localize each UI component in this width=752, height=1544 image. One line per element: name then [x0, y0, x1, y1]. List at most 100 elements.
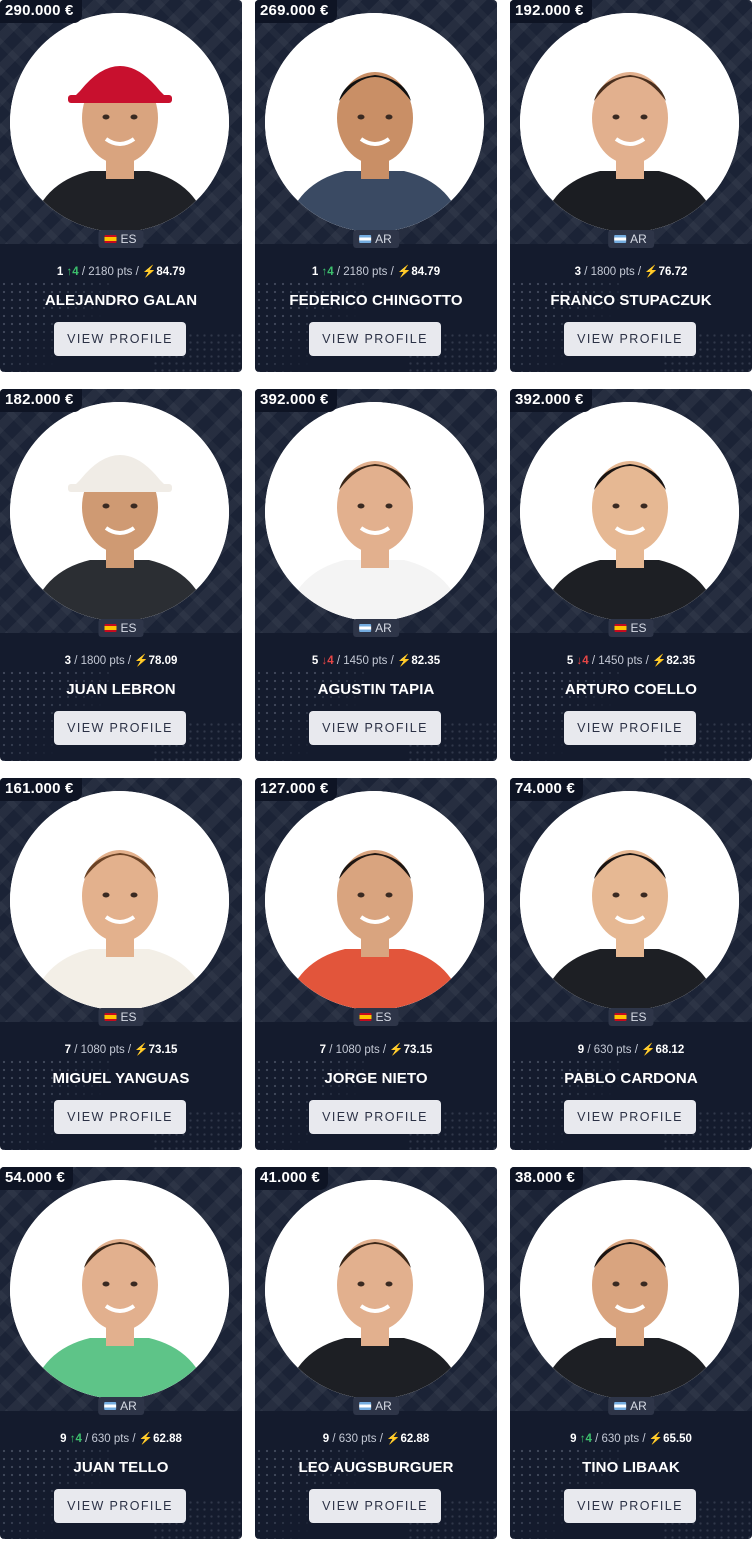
country-badge: AR [608, 230, 654, 248]
ranking-position: 1 [56, 266, 64, 278]
player-card: 392.000 € AR 5 ↓4 / 1450 pts / ⚡82.35 AG… [255, 389, 497, 761]
country-badge: ES [98, 230, 144, 248]
player-photo [265, 1180, 484, 1399]
flag-icon [104, 1013, 117, 1021]
country-code: AR [630, 232, 647, 246]
player-score: 82.35 [411, 655, 441, 667]
player-price: 127.000 € [255, 778, 337, 801]
lightning-icon: ⚡ [648, 1433, 664, 1445]
country-code: ES [375, 1010, 392, 1024]
player-stats: 9 ↑4 / 630 pts / ⚡65.50 [510, 1431, 752, 1445]
country-badge: ES [608, 619, 654, 637]
lightning-icon: ⚡ [396, 266, 412, 278]
player-score: 82.35 [666, 655, 696, 667]
view-profile-button[interactable]: VIEW PROFILE [54, 1100, 186, 1134]
ranking-position: 9 [60, 1433, 67, 1445]
ranking-position: 1 [311, 266, 319, 278]
ranking-position: 9 [577, 1044, 585, 1056]
player-photo [10, 13, 229, 232]
player-card: 127.000 € ES 7 / 1080 pts / ⚡73.15 JORGE… [255, 778, 497, 1150]
view-profile-button[interactable]: VIEW PROFILE [54, 1489, 186, 1523]
player-price: 161.000 € [0, 778, 82, 801]
country-badge: ES [98, 1008, 144, 1026]
player-price: 74.000 € [510, 778, 583, 801]
player-card: 290.000 € ES 1 ↑4 / 2180 pts / ⚡84.79 AL… [0, 0, 242, 372]
view-profile-button[interactable]: VIEW PROFILE [54, 322, 186, 356]
player-stats: 9 / 630 pts / ⚡62.88 [255, 1431, 497, 1445]
player-score: 65.50 [663, 1433, 692, 1445]
country-badge: ES [353, 1008, 399, 1026]
player-card: 392.000 € ES 5 ↓4 / 1450 pts / ⚡82.35 AR… [510, 389, 752, 761]
view-profile-button[interactable]: VIEW PROFILE [564, 711, 696, 745]
player-card: 38.000 € AR 9 ↑4 / 630 pts / ⚡65.50 TINO… [510, 1167, 752, 1539]
player-score: 84.79 [156, 266, 186, 278]
player-name: LEO AUGSBURGUER [298, 1459, 454, 1476]
player-card: 41.000 € AR 9 / 630 pts / ⚡62.88 LEO AUG… [255, 1167, 497, 1539]
flag-icon [614, 1013, 627, 1021]
player-score: 73.15 [148, 1044, 178, 1056]
player-name: ALEJANDRO GALAN [44, 292, 198, 309]
view-profile-button[interactable]: VIEW PROFILE [309, 322, 441, 356]
country-code: ES [120, 1010, 137, 1024]
country-badge: AR [608, 1397, 654, 1415]
player-photo [265, 402, 484, 621]
ranking-position: 3 [64, 655, 71, 667]
ranking-points: / 1800 pts / [74, 655, 132, 667]
country-code: ES [630, 621, 647, 635]
flag-icon [359, 1402, 372, 1410]
country-code: ES [120, 621, 137, 635]
ranking-points: / 630 pts / [85, 1433, 136, 1445]
flag-icon [614, 624, 627, 632]
country-code: AR [120, 1399, 137, 1413]
view-profile-button[interactable]: VIEW PROFILE [564, 1489, 696, 1523]
player-photo [265, 791, 484, 1010]
view-profile-button[interactable]: VIEW PROFILE [54, 711, 186, 745]
player-price: 41.000 € [255, 1167, 328, 1190]
ranking-points: / 2180 pts / [336, 266, 394, 278]
player-name: TINO LIBAAK [582, 1459, 680, 1476]
player-stats: 1 ↑4 / 2180 pts / ⚡84.79 [0, 264, 242, 278]
ranking-points: / 2180 pts / [81, 266, 139, 278]
lightning-icon: ⚡ [138, 1433, 154, 1445]
player-stats: 3 / 1800 pts / ⚡76.72 [510, 264, 752, 278]
player-photo [265, 13, 484, 232]
player-price: 269.000 € [255, 0, 337, 23]
flag-icon [359, 1013, 372, 1021]
country-badge: AR [98, 1397, 144, 1415]
rank-change-value: 4 [72, 266, 79, 278]
player-name: MIGUEL YANGUAS [52, 1070, 190, 1087]
player-photo [10, 402, 229, 621]
ranking-points: / 630 pts / [332, 1433, 383, 1445]
player-photo [10, 1180, 229, 1399]
lightning-icon: ⚡ [396, 655, 412, 667]
player-name: ARTURO COELLO [564, 681, 698, 698]
player-stats: 5 ↓4 / 1450 pts / ⚡82.35 [510, 653, 752, 667]
player-photo [520, 791, 739, 1010]
view-profile-button[interactable]: VIEW PROFILE [309, 711, 441, 745]
player-name: PABLO CARDONA [564, 1070, 698, 1087]
country-code: ES [120, 232, 137, 246]
player-score: 73.15 [403, 1044, 433, 1056]
country-badge: AR [353, 230, 399, 248]
view-profile-button[interactable]: VIEW PROFILE [309, 1100, 441, 1134]
player-photo [520, 402, 739, 621]
player-card: 74.000 € ES 9 / 630 pts / ⚡68.12 PABLO C… [510, 778, 752, 1150]
view-profile-button[interactable]: VIEW PROFILE [309, 1489, 441, 1523]
lightning-icon: ⚡ [641, 1044, 656, 1056]
flag-icon [359, 624, 372, 632]
player-score: 76.72 [658, 266, 688, 278]
country-code: AR [375, 232, 392, 246]
player-stats: 5 ↓4 / 1450 pts / ⚡82.35 [255, 653, 497, 667]
country-code: ES [630, 1010, 647, 1024]
view-profile-button[interactable]: VIEW PROFILE [564, 322, 696, 356]
rank-change-value: 4 [585, 1433, 592, 1445]
lightning-icon: ⚡ [651, 655, 667, 667]
view-profile-button[interactable]: VIEW PROFILE [564, 1100, 696, 1134]
player-photo [520, 13, 739, 232]
player-name: JUAN LEBRON [66, 681, 176, 698]
rank-change-value: 4 [327, 266, 334, 278]
player-photo [520, 1180, 739, 1399]
player-price: 192.000 € [510, 0, 592, 23]
ranking-position: 7 [319, 1044, 326, 1056]
ranking-position: 7 [64, 1044, 71, 1056]
